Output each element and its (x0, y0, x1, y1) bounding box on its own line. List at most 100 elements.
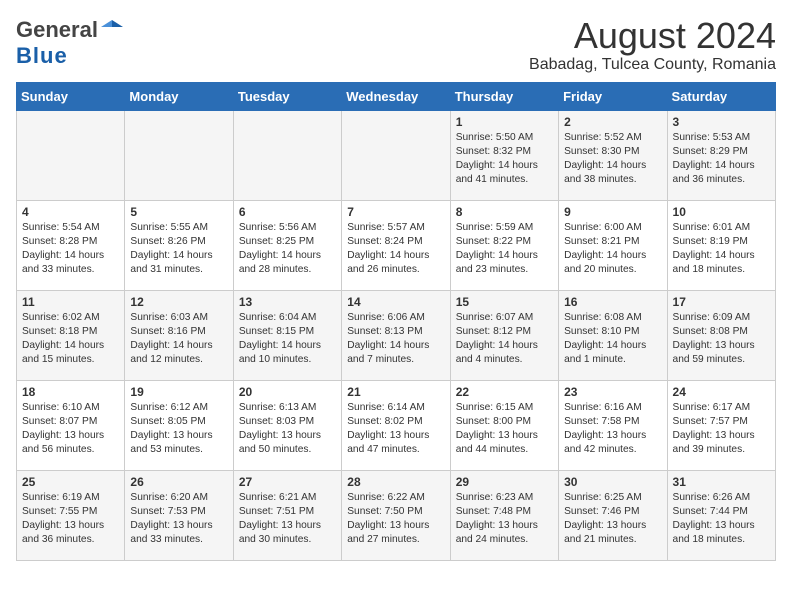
cell-content: Sunrise: 6:20 AM Sunset: 7:53 PM Dayligh… (130, 491, 227, 548)
weekday-thursday: Thursday (450, 82, 558, 110)
month-year-title: August 2024 (529, 16, 776, 56)
calendar-cell-9: 9Sunrise: 6:00 AM Sunset: 8:21 PM Daylig… (559, 200, 667, 290)
calendar-cell-12: 12Sunrise: 6:03 AM Sunset: 8:16 PM Dayli… (125, 290, 233, 380)
calendar-cell-28: 28 Sunrise: 6:22 AM Sunset: 7:50 PM Dayli… (342, 470, 450, 560)
cell-content: Sunrise: 6:22 AM Sunset: 7:50 PM Dayligh… (347, 491, 444, 548)
calendar-cell-18: 18 Sunrise: 6:10 AM Sunset: 8:07 PM Dayli… (17, 380, 125, 470)
calendar-cell-1: 1 Sunrise: 5:50 AM Sunset: 8:32 PM Daylig… (450, 110, 558, 200)
week-row-5: 25 Sunrise: 6:19 AM Sunset: 7:55 PM Dayli… (17, 470, 776, 560)
day-number: 2 (564, 115, 661, 129)
logo-blue-text: Blue (16, 43, 68, 68)
cell-content: Sunrise: 6:23 AM Sunset: 7:48 PM Dayligh… (456, 491, 553, 548)
calendar-cell-8: 8 Sunrise: 5:59 AM Sunset: 8:22 PM Daylig… (450, 200, 558, 290)
title-area: August 2024 Babadag, Tulcea County, Roma… (529, 16, 776, 74)
day-number: 27 (239, 475, 336, 489)
calendar-cell-empty-0-1 (125, 110, 233, 200)
logo-bird-icon (101, 16, 123, 38)
week-row-4: 18 Sunrise: 6:10 AM Sunset: 8:07 PM Dayli… (17, 380, 776, 470)
week-row-3: 11 Sunrise: 6:02 AM Sunset: 8:18 PM Dayli… (17, 290, 776, 380)
calendar-cell-7: 7 Sunrise: 5:57 AM Sunset: 8:24 PM Daylig… (342, 200, 450, 290)
day-number: 15 (456, 295, 553, 309)
calendar-cell-14: 14 Sunrise: 6:06 AM Sunset: 8:13 PM Dayli… (342, 290, 450, 380)
day-number: 30 (564, 475, 661, 489)
day-number: 3 (673, 115, 770, 129)
day-number: 1 (456, 115, 553, 129)
cell-content: Sunrise: 6:03 AM Sunset: 8:16 PM Dayligh… (130, 311, 227, 368)
location-subtitle: Babadag, Tulcea County, Romania (529, 56, 776, 74)
day-number: 22 (456, 385, 553, 399)
cell-content: Sunrise: 5:55 AM Sunset: 8:26 PM Dayligh… (130, 221, 227, 278)
day-number: 23 (564, 385, 661, 399)
calendar-cell-30: 30 Sunrise: 6:25 AM Sunset: 7:46 PM Dayli… (559, 470, 667, 560)
calendar-cell-25: 25 Sunrise: 6:19 AM Sunset: 7:55 PM Dayli… (17, 470, 125, 560)
calendar-cell-empty-0-0 (17, 110, 125, 200)
day-number: 5 (130, 205, 227, 219)
day-number: 13 (239, 295, 336, 309)
calendar-cell-4: 4Sunrise: 5:54 AM Sunset: 8:28 PM Daylig… (17, 200, 125, 290)
calendar-cell-13: 13 Sunrise: 6:04 AM Sunset: 8:15 PM Dayli… (233, 290, 341, 380)
cell-content: Sunrise: 6:16 AM Sunset: 7:58 PM Dayligh… (564, 401, 661, 458)
weekday-friday: Friday (559, 82, 667, 110)
calendar-cell-3: 3 Sunrise: 5:53 AM Sunset: 8:29 PM Daylig… (667, 110, 775, 200)
weekday-header-row: SundayMondayTuesdayWednesdayThursdayFrid… (17, 82, 776, 110)
cell-content: Sunrise: 5:50 AM Sunset: 8:32 PM Dayligh… (456, 131, 553, 188)
calendar-cell-5: 5 Sunrise: 5:55 AM Sunset: 8:26 PM Daylig… (125, 200, 233, 290)
calendar-cell-empty-0-3 (342, 110, 450, 200)
cell-content: Sunrise: 6:25 AM Sunset: 7:46 PM Dayligh… (564, 491, 661, 548)
weekday-tuesday: Tuesday (233, 82, 341, 110)
day-number: 6 (239, 205, 336, 219)
cell-content: Sunrise: 5:53 AM Sunset: 8:29 PM Dayligh… (673, 131, 770, 188)
day-number: 14 (347, 295, 444, 309)
calendar-cell-10: 10Sunrise: 6:01 AM Sunset: 8:19 PM Dayli… (667, 200, 775, 290)
cell-content: Sunrise: 6:07 AM Sunset: 8:12 PM Dayligh… (456, 311, 553, 368)
cell-content: Sunrise: 5:57 AM Sunset: 8:24 PM Dayligh… (347, 221, 444, 278)
logo: General Blue (16, 16, 123, 69)
header: General Blue August 2024 Babadag, Tulcea… (16, 16, 776, 74)
day-number: 20 (239, 385, 336, 399)
day-number: 19 (130, 385, 227, 399)
day-number: 7 (347, 205, 444, 219)
cell-content: Sunrise: 6:06 AM Sunset: 8:13 PM Dayligh… (347, 311, 444, 368)
cell-content: Sunrise: 5:56 AM Sunset: 8:25 PM Dayligh… (239, 221, 336, 278)
calendar-cell-11: 11 Sunrise: 6:02 AM Sunset: 8:18 PM Dayli… (17, 290, 125, 380)
cell-content: Sunrise: 6:21 AM Sunset: 7:51 PM Dayligh… (239, 491, 336, 548)
cell-content: Sunrise: 6:02 AM Sunset: 8:18 PM Dayligh… (22, 311, 119, 368)
day-number: 18 (22, 385, 119, 399)
day-number: 29 (456, 475, 553, 489)
weekday-monday: Monday (125, 82, 233, 110)
day-number: 28 (347, 475, 444, 489)
cell-content: Sunrise: 6:17 AM Sunset: 7:57 PM Dayligh… (673, 401, 770, 458)
weekday-saturday: Saturday (667, 82, 775, 110)
day-number: 11 (22, 295, 119, 309)
calendar-cell-22: 22 Sunrise: 6:15 AM Sunset: 8:00 PM Dayli… (450, 380, 558, 470)
weekday-wednesday: Wednesday (342, 82, 450, 110)
day-number: 31 (673, 475, 770, 489)
calendar-cell-19: 19Sunrise: 6:12 AM Sunset: 8:05 PM Dayli… (125, 380, 233, 470)
cell-content: Sunrise: 6:14 AM Sunset: 8:02 PM Dayligh… (347, 401, 444, 458)
cell-content: Sunrise: 5:54 AM Sunset: 8:28 PM Dayligh… (22, 221, 119, 278)
cell-content: Sunrise: 6:13 AM Sunset: 8:03 PM Dayligh… (239, 401, 336, 458)
logo-general-text: General (16, 17, 98, 43)
cell-content: Sunrise: 5:52 AM Sunset: 8:30 PM Dayligh… (564, 131, 661, 188)
week-row-2: 4Sunrise: 5:54 AM Sunset: 8:28 PM Daylig… (17, 200, 776, 290)
day-number: 25 (22, 475, 119, 489)
cell-content: Sunrise: 6:19 AM Sunset: 7:55 PM Dayligh… (22, 491, 119, 548)
calendar-cell-24: 24Sunrise: 6:17 AM Sunset: 7:57 PM Dayli… (667, 380, 775, 470)
weekday-sunday: Sunday (17, 82, 125, 110)
day-number: 10 (673, 205, 770, 219)
cell-content: Sunrise: 6:04 AM Sunset: 8:15 PM Dayligh… (239, 311, 336, 368)
cell-content: Sunrise: 6:10 AM Sunset: 8:07 PM Dayligh… (22, 401, 119, 458)
calendar-cell-20: 20 Sunrise: 6:13 AM Sunset: 8:03 PM Dayli… (233, 380, 341, 470)
cell-content: Sunrise: 6:00 AM Sunset: 8:21 PM Dayligh… (564, 221, 661, 278)
calendar-cell-21: 21 Sunrise: 6:14 AM Sunset: 8:02 PM Dayli… (342, 380, 450, 470)
calendar-cell-empty-0-2 (233, 110, 341, 200)
cell-content: Sunrise: 6:26 AM Sunset: 7:44 PM Dayligh… (673, 491, 770, 548)
day-number: 21 (347, 385, 444, 399)
cell-content: Sunrise: 6:15 AM Sunset: 8:00 PM Dayligh… (456, 401, 553, 458)
cell-content: Sunrise: 5:59 AM Sunset: 8:22 PM Dayligh… (456, 221, 553, 278)
calendar-cell-17: 17Sunrise: 6:09 AM Sunset: 8:08 PM Dayli… (667, 290, 775, 380)
day-number: 8 (456, 205, 553, 219)
day-number: 26 (130, 475, 227, 489)
day-number: 17 (673, 295, 770, 309)
week-row-1: 1 Sunrise: 5:50 AM Sunset: 8:32 PM Daylig… (17, 110, 776, 200)
